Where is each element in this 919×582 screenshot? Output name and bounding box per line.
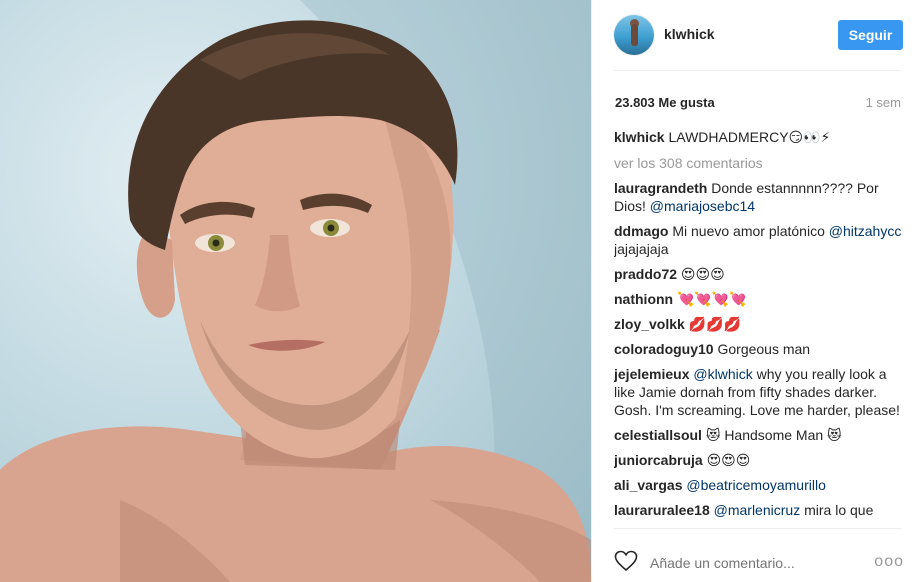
- comment-text: 😻 Handsome Man 😻: [705, 427, 842, 443]
- comment-item: zloy_volkk 💋💋💋: [614, 315, 906, 333]
- comment-footer: ooo: [592, 536, 919, 582]
- post-photo[interactable]: [0, 0, 591, 582]
- comments-list[interactable]: klwhick LAWDHADMERCY😏👀⚡ ver los 308 come…: [614, 128, 906, 526]
- heart-icon[interactable]: [614, 550, 638, 572]
- comment-user[interactable]: juniorcabruja: [614, 452, 703, 468]
- comment-user[interactable]: lauragrandeth: [614, 180, 707, 196]
- comment-mention-link[interactable]: @mariajosebc14: [650, 198, 755, 214]
- comment-text: Mi nuevo amor platónico: [672, 223, 825, 239]
- comment-text: 💋💋💋: [688, 316, 742, 332]
- comment-user[interactable]: ali_vargas: [614, 477, 683, 493]
- comment-text: Gorgeous man: [717, 341, 811, 357]
- more-options-icon[interactable]: ooo: [874, 553, 904, 571]
- comment-item: ddmago Mi nuevo amor platónico @hitzahyc…: [614, 222, 906, 258]
- caption-text: LAWDHADMERCY: [668, 129, 789, 145]
- header-divider: [614, 70, 902, 71]
- comment-item: lauraruralee18 @marlenicruz mira lo que: [614, 501, 906, 519]
- comment-item: praddo72 😍😍😍: [614, 265, 906, 283]
- comment-user[interactable]: nathionn: [614, 291, 673, 307]
- post-side-panel: klwhick Seguir 23.803 Me gusta 1 sem klw…: [591, 0, 919, 582]
- comment-text: 💘💘💘💘: [677, 291, 747, 307]
- comment-item: ali_vargas @beatricemoyamurillo: [614, 476, 906, 494]
- comment-text: 😍😍😍: [680, 266, 725, 282]
- comment-user[interactable]: celestiallsoul: [614, 427, 702, 443]
- caption-user[interactable]: klwhick: [614, 129, 665, 145]
- post-header: klwhick Seguir: [592, 0, 919, 70]
- comment-mention-link[interactable]: @hitzahycc: [829, 223, 902, 239]
- comment-text: 😍😍😍: [706, 452, 751, 468]
- comment-mention-link[interactable]: @klwhick: [693, 366, 752, 382]
- footer-divider: [614, 528, 902, 529]
- avatar[interactable]: [614, 15, 654, 55]
- likes-count[interactable]: 23.803 Me gusta: [615, 95, 715, 110]
- comment-item: nathionn 💘💘💘💘: [614, 290, 906, 308]
- comment-item: lauragrandeth Donde estannnnn???? Por Di…: [614, 179, 906, 215]
- comment-item: jejelemieux @klwhick why you really look…: [614, 365, 906, 419]
- add-comment-input[interactable]: [650, 555, 870, 571]
- comment-text: mira lo que: [804, 502, 874, 518]
- caption: klwhick LAWDHADMERCY😏👀⚡: [614, 128, 906, 147]
- comment-item: coloradoguy10 Gorgeous man: [614, 340, 906, 358]
- follow-button[interactable]: Seguir: [838, 20, 903, 50]
- caption-emoji: 😏👀⚡: [788, 130, 831, 146]
- comment-mention-link[interactable]: @marlenicruz: [714, 502, 801, 518]
- post-username[interactable]: klwhick: [664, 26, 715, 42]
- comment-item: juniorcabruja 😍😍😍: [614, 451, 906, 469]
- comment-mention-link[interactable]: @beatricemoyamurillo: [686, 477, 825, 493]
- comment-user[interactable]: praddo72: [614, 266, 677, 282]
- comment-user[interactable]: jejelemieux: [614, 366, 690, 382]
- comment-user[interactable]: coloradoguy10: [614, 341, 714, 357]
- comment-text: jajajajaja: [614, 241, 669, 257]
- comment-user[interactable]: lauraruralee18: [614, 502, 710, 518]
- post-time[interactable]: 1 sem: [866, 95, 901, 110]
- comment-user[interactable]: zloy_volkk: [614, 316, 685, 332]
- comment-item: celestiallsoul 😻 Handsome Man 😻: [614, 426, 906, 444]
- portrait-image: [0, 0, 591, 582]
- comment-user[interactable]: ddmago: [614, 223, 668, 239]
- view-all-comments-link[interactable]: ver los 308 comentarios: [614, 154, 906, 172]
